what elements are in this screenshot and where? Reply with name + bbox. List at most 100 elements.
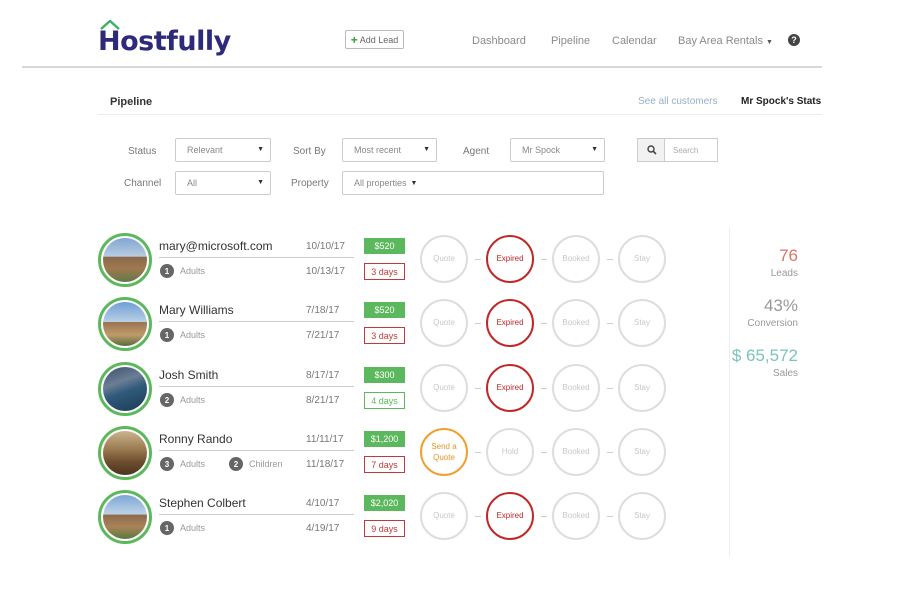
lead-row[interactable]: mary@microsoft.com 1 Adults 10/10/17 10/13/1… <box>98 233 698 289</box>
agent-select[interactable]: Mr Spock ▼ <box>510 138 605 162</box>
stage-label: Booked <box>562 511 590 521</box>
stage-stay[interactable]: Stay <box>618 428 666 476</box>
search-input[interactable]: Search <box>664 138 718 162</box>
lead-name[interactable]: Ronny Rando <box>159 432 232 446</box>
stage-hold[interactable]: Hold <box>486 428 534 476</box>
property-label: Property <box>291 178 329 189</box>
stage-booked[interactable]: Booked <box>552 428 600 476</box>
nav-calendar[interactable]: Calendar <box>612 35 657 47</box>
property-photo <box>103 495 147 539</box>
stage-stay[interactable]: Stay <box>618 364 666 412</box>
lead-row[interactable]: Ronny Rando 3 Adults 2 Children 11/11/17 11/18… <box>98 426 698 482</box>
stage-connector <box>541 516 547 517</box>
stage-connector <box>607 452 613 453</box>
lead-name[interactable]: Josh Smith <box>159 368 218 382</box>
sales-stat-value: $ 65,572 <box>731 346 798 365</box>
children-count: 2 <box>229 457 244 471</box>
property-select[interactable]: All properties ▼ <box>342 171 604 195</box>
property-avatar[interactable] <box>98 233 152 287</box>
lead-row[interactable]: Mary Williams 1 Adults 7/18/17 7/21/17 $520 3 … <box>98 297 698 353</box>
stage-send-a-quote[interactable]: Send a Quote <box>420 428 468 476</box>
checkin-date: 7/18/17 <box>306 305 340 316</box>
status-label: Status <box>128 146 157 157</box>
stage-label: Stay <box>633 383 650 393</box>
days-badge: 3 days <box>364 327 405 344</box>
property-dropdown[interactable]: Bay Area Rentals ▼ <box>678 35 773 47</box>
days-badge: 9 days <box>364 520 405 537</box>
stage-label: Booked <box>562 447 590 457</box>
stage-expired[interactable]: Expired <box>486 492 534 540</box>
status-value: Relevant <box>187 145 223 155</box>
add-lead-label: Add Lead <box>359 34 399 45</box>
stage-label: Quote <box>433 383 455 393</box>
guest-counts: 1 Adults <box>160 328 205 342</box>
property-avatar[interactable] <box>98 426 152 480</box>
stage-quote[interactable]: Quote <box>420 364 468 412</box>
adults-count: 3 <box>160 457 174 471</box>
lead-name[interactable]: Stephen Colbert <box>159 496 246 510</box>
caret-down-icon: ▼ <box>410 179 418 187</box>
lead-row[interactable]: Stephen Colbert 1 Adults 4/10/17 4/19/17 $2,0… <box>98 490 698 546</box>
stage-connector <box>541 452 547 453</box>
status-select[interactable]: Relevant ▼ <box>175 138 271 162</box>
stage-expired[interactable]: Expired <box>486 299 534 347</box>
conversion-stat-label: Conversion <box>747 318 798 329</box>
stage-connector <box>475 323 481 324</box>
property-avatar[interactable] <box>98 490 152 544</box>
property-avatar[interactable] <box>98 297 152 351</box>
stage-connector <box>607 388 613 389</box>
checkin-date: 8/17/17 <box>306 370 340 381</box>
agent-label: Agent <box>463 146 490 157</box>
stage-stay[interactable]: Stay <box>618 299 666 347</box>
stage-connector <box>475 516 481 517</box>
plus-icon: + <box>350 32 358 47</box>
stage-expired[interactable]: Expired <box>486 235 534 283</box>
stage-quote[interactable]: Quote <box>420 299 468 347</box>
stage-connector <box>541 388 547 389</box>
stage-booked[interactable]: Booked <box>552 492 600 540</box>
adults-count: 2 <box>160 393 174 407</box>
stage-booked[interactable]: Booked <box>552 299 600 347</box>
property-photo <box>103 302 147 346</box>
channel-select[interactable]: All ▼ <box>175 171 271 195</box>
stage-label: Expired <box>496 511 524 521</box>
stage-connector <box>475 452 481 453</box>
stage-connector <box>541 259 547 260</box>
lead-name[interactable]: mary@microsoft.com <box>159 239 273 253</box>
days-badge: 4 days <box>364 392 405 409</box>
days-badge: 7 days <box>364 456 405 473</box>
sortby-select[interactable]: Most recent ▼ <box>342 138 437 162</box>
caret-down-icon: ▼ <box>766 39 773 46</box>
stage-quote[interactable]: Quote <box>420 492 468 540</box>
property-avatar[interactable] <box>98 362 152 416</box>
lead-name[interactable]: Mary Williams <box>159 303 234 317</box>
stage-booked[interactable]: Booked <box>552 235 600 283</box>
stage-expired[interactable]: Expired <box>486 364 534 412</box>
stage-connector <box>541 323 547 324</box>
stage-quote[interactable]: Quote <box>420 235 468 283</box>
nav-pipeline[interactable]: Pipeline <box>551 35 590 47</box>
stage-stay[interactable]: Stay <box>618 492 666 540</box>
adults-label: Adults <box>180 395 206 405</box>
stage-label: Send a Quote <box>431 441 457 462</box>
guest-counts: 1 Adults <box>160 264 205 278</box>
adults-count: 1 <box>160 521 174 535</box>
stage-label: Hold <box>501 447 519 457</box>
see-all-customers-link[interactable]: See all customers <box>638 96 717 107</box>
stage-stay[interactable]: Stay <box>618 235 666 283</box>
add-lead-button[interactable]: + Add Lead <box>345 30 404 49</box>
help-icon[interactable]: ? <box>788 34 800 46</box>
page-title: Pipeline <box>110 96 153 108</box>
adults-label: Adults <box>180 523 206 533</box>
children-label: Children <box>249 459 283 469</box>
caret-down-icon: ▼ <box>591 146 598 153</box>
search-button[interactable] <box>637 138 665 162</box>
nav-dashboard[interactable]: Dashboard <box>472 35 526 47</box>
stage-booked[interactable]: Booked <box>552 364 600 412</box>
checkin-date: 10/10/17 <box>306 241 345 252</box>
stage-connector <box>607 323 613 324</box>
agent-stats-link[interactable]: Mr Spock's Stats <box>741 96 821 107</box>
stage-connector <box>475 259 481 260</box>
sales-stat-label: Sales <box>772 368 798 379</box>
lead-row[interactable]: Josh Smith 2 Adults 8/17/17 8/21/17 $300 4 day… <box>98 362 698 418</box>
